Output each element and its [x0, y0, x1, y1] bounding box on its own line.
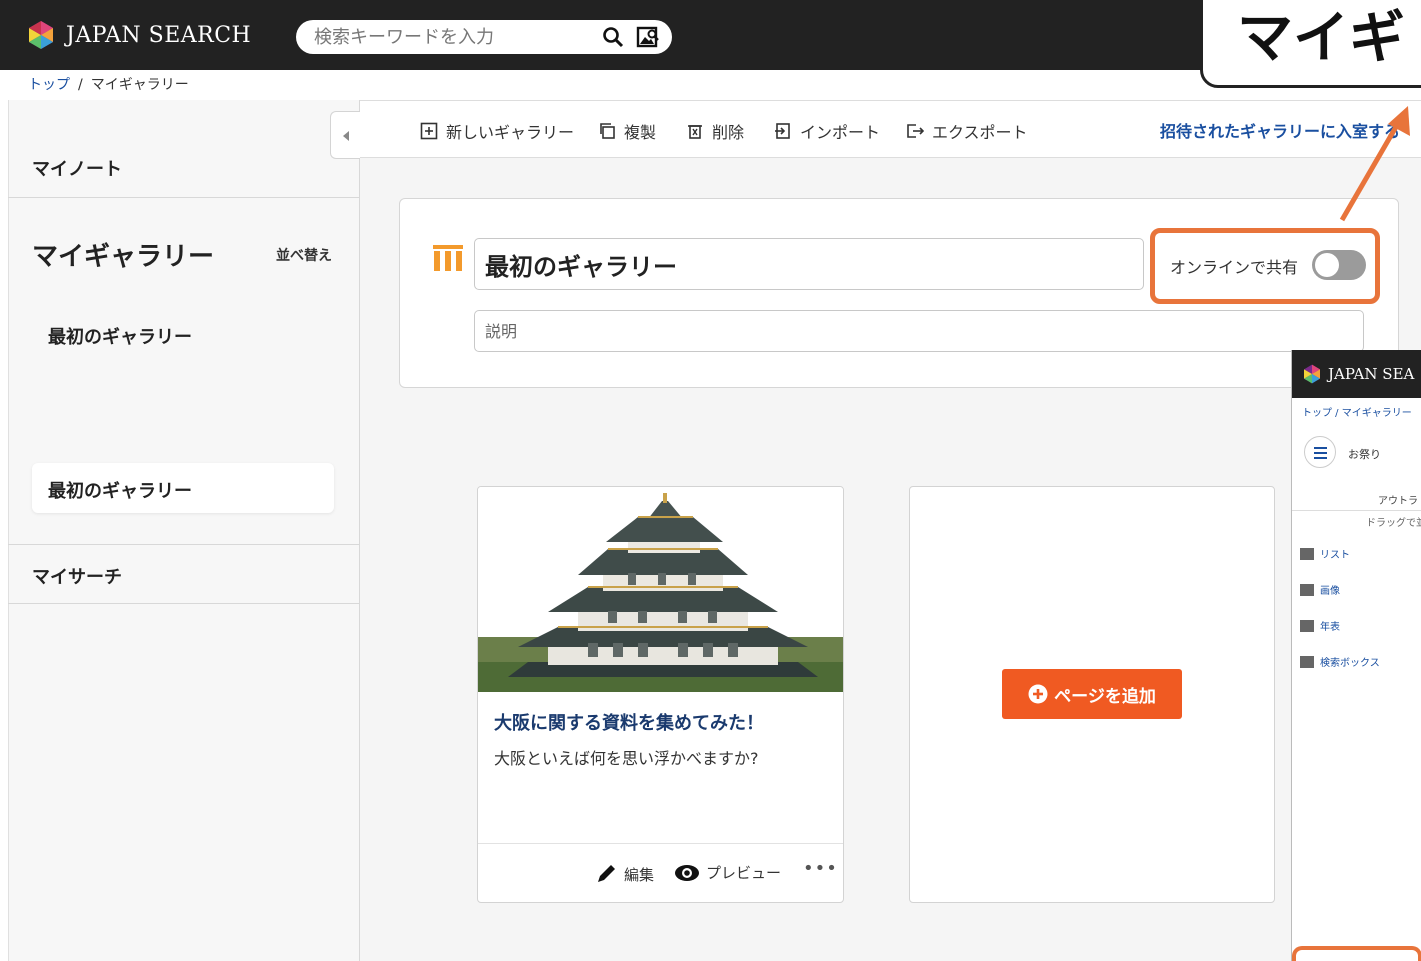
inset-row-label: 年表 — [1320, 622, 1340, 633]
japan-search-logo-icon — [29, 21, 53, 49]
inset-row-timeline: 年表 — [1300, 618, 1340, 633]
page-card-description: 大阪といえば何を思い浮かべますか? — [494, 749, 759, 768]
gallery-description-input[interactable] — [474, 310, 1364, 352]
japan-search-logo-icon — [1304, 364, 1320, 384]
gallery-page-card[interactable]: 大阪に関する資料を集めてみた！ 大阪といえば何を思い浮かべますか? 編集 プレビ… — [477, 486, 844, 903]
sidebar-gallery-item[interactable]: 最初のギャラリー — [48, 323, 192, 349]
import-icon — [775, 123, 790, 139]
duplicate-button[interactable]: 複製 — [598, 119, 656, 143]
breadcrumb-current: マイギャラリー — [90, 77, 189, 93]
sidebar-my-note-section[interactable]: マイノート — [8, 140, 360, 198]
preview-button[interactable]: プレビュー — [674, 862, 781, 883]
timeline-icon — [1300, 619, 1314, 632]
preview-label: プレビュー — [706, 864, 782, 882]
search-input[interactable] — [314, 20, 584, 54]
sidebar-my-search[interactable]: マイサーチ — [32, 563, 122, 589]
list-icon — [1300, 547, 1314, 560]
sidebar-my-note: マイノート — [32, 159, 122, 180]
sort-button[interactable]: 並べ替え — [276, 245, 332, 265]
sidebar-gallery-item-label: 最初のギャラリー — [48, 481, 192, 502]
image-icon — [1300, 583, 1314, 596]
page-card-title[interactable]: 大阪に関する資料を集めてみた！ — [494, 709, 764, 735]
image-search-icon[interactable] — [636, 25, 660, 49]
add-page-button[interactable]: ページを追加 — [1002, 669, 1182, 719]
inset-highlight-box — [1292, 946, 1421, 961]
delete-label: 削除 — [712, 123, 745, 142]
edit-label: 編集 — [624, 865, 655, 884]
callout-arrow-icon — [1339, 106, 1410, 222]
inset-breadcrumb: トップ / マイギャラリー — [1302, 408, 1412, 419]
search-icon[interactable] — [602, 26, 624, 48]
inset-divider — [1292, 510, 1421, 511]
copy-icon — [600, 123, 615, 139]
breadcrumb: トップ / マイギャラリー — [28, 74, 189, 94]
breadcrumb-home-link[interactable]: トップ — [28, 77, 70, 93]
export-button[interactable]: エクスポート — [906, 119, 1028, 143]
callout-bubble: マイギ — [1200, 0, 1421, 88]
more-options-icon[interactable]: ••• — [803, 858, 838, 879]
inset-header: JAPAN SEA — [1292, 350, 1421, 398]
logo-text: JAPAN SEARCH — [66, 22, 252, 48]
inset-drag-hint: ドラッグで並 — [1366, 518, 1421, 529]
inset-row-list: リスト — [1300, 546, 1350, 561]
site-logo[interactable]: JAPAN SEARCH — [26, 20, 251, 50]
duplicate-label: 複製 — [624, 123, 657, 142]
export-label: エクスポート — [932, 123, 1028, 142]
sidebar-divider — [8, 544, 360, 545]
search-box-icon — [1300, 655, 1314, 668]
gallery-museum-icon — [433, 245, 463, 271]
inset-row-image: 画像 — [1300, 582, 1340, 597]
import-button[interactable]: インポート — [774, 119, 880, 143]
callout-text: マイギ — [1237, 6, 1405, 71]
export-icon — [907, 124, 924, 138]
sidebar-my-gallery-heading: マイギャラリー — [32, 242, 215, 272]
delete-button[interactable]: 削除 — [686, 119, 744, 143]
gallery-title-input[interactable] — [474, 238, 1144, 290]
inset-logo-text: JAPAN SEA — [1328, 365, 1415, 383]
inset-row-label: 検索ボックス — [1320, 658, 1380, 669]
inset-hamburger-icon — [1304, 436, 1336, 468]
share-online-label: オンラインで共有 — [1170, 258, 1299, 277]
sidebar-gallery-item-selected[interactable]: 最初のギャラリー — [32, 463, 334, 513]
search-bar — [296, 20, 672, 54]
inset-outline-label: アウトラ — [1378, 496, 1418, 507]
left-sidebar — [8, 100, 360, 961]
page-card-footer: 編集 プレビュー ••• — [478, 843, 843, 902]
new-gallery-button[interactable]: 新しいギャラリー — [420, 119, 574, 143]
share-online-toggle[interactable] — [1312, 250, 1366, 280]
inset-gallery-name: お祭り — [1348, 448, 1381, 461]
add-page-label: ページを追加 — [1054, 686, 1156, 707]
plus-square-icon — [420, 122, 438, 140]
inset-row-searchbox: 検索ボックス — [1300, 654, 1380, 669]
breadcrumb-separator: / — [78, 77, 83, 93]
inset-row-label: リスト — [1320, 550, 1350, 561]
pencil-icon — [598, 865, 615, 882]
plus-circle-icon — [1028, 684, 1048, 704]
eye-icon — [675, 864, 699, 881]
edit-button[interactable]: 編集 — [594, 862, 654, 886]
import-label: インポート — [800, 123, 881, 142]
sidebar-divider — [8, 603, 360, 604]
osaka-castle-image — [478, 487, 843, 692]
new-gallery-label: 新しいギャラリー — [446, 123, 575, 142]
toggle-knob — [1315, 253, 1339, 277]
inset-row-label: 画像 — [1320, 586, 1340, 597]
inset-logo: JAPAN SEA — [1302, 364, 1414, 384]
trash-icon — [688, 125, 702, 139]
inset-screenshot: JAPAN SEA トップ / マイギャラリー お祭り アウトラ ドラッグで並 … — [1291, 350, 1421, 961]
